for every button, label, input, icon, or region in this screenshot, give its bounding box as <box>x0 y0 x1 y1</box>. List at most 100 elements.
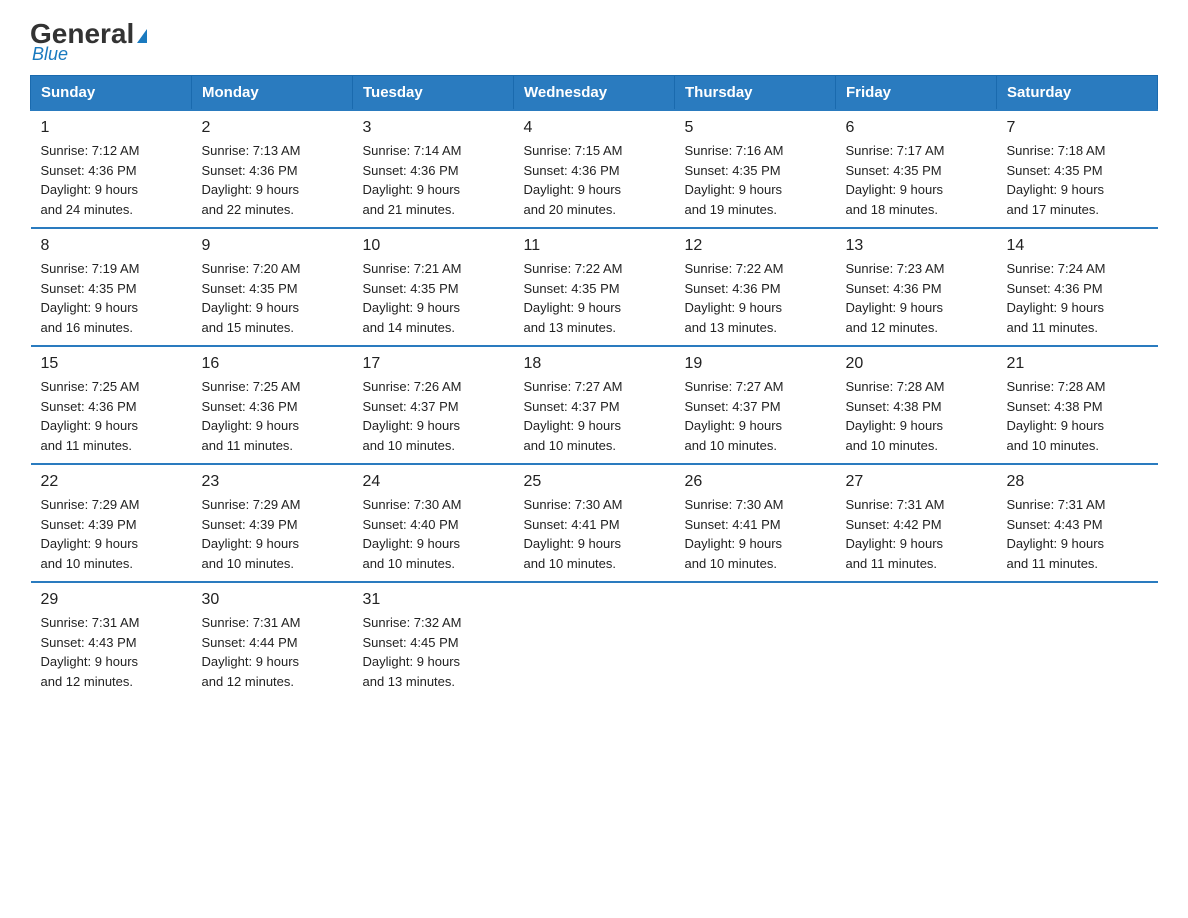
day-number: 18 <box>524 355 665 373</box>
day-info: Sunrise: 7:30 AM Sunset: 4:40 PM Dayligh… <box>363 495 504 573</box>
day-info: Sunrise: 7:22 AM Sunset: 4:35 PM Dayligh… <box>524 259 665 337</box>
day-info: Sunrise: 7:24 AM Sunset: 4:36 PM Dayligh… <box>1007 259 1148 337</box>
day-number: 21 <box>1007 355 1148 373</box>
calendar-body: 1 Sunrise: 7:12 AM Sunset: 4:36 PM Dayli… <box>31 110 1158 699</box>
weekday-header-thursday: Thursday <box>675 76 836 111</box>
day-info: Sunrise: 7:20 AM Sunset: 4:35 PM Dayligh… <box>202 259 343 337</box>
weekday-header-sunday: Sunday <box>31 76 192 111</box>
day-number: 6 <box>846 119 987 137</box>
day-number: 3 <box>363 119 504 137</box>
calendar-cell <box>514 582 675 699</box>
calendar-cell: 20 Sunrise: 7:28 AM Sunset: 4:38 PM Dayl… <box>836 346 997 464</box>
day-number: 15 <box>41 355 182 373</box>
week-row-2: 8 Sunrise: 7:19 AM Sunset: 4:35 PM Dayli… <box>31 228 1158 346</box>
day-info: Sunrise: 7:29 AM Sunset: 4:39 PM Dayligh… <box>41 495 182 573</box>
day-info: Sunrise: 7:28 AM Sunset: 4:38 PM Dayligh… <box>846 377 987 455</box>
day-number: 4 <box>524 119 665 137</box>
logo-sub: Blue <box>32 44 68 65</box>
day-info: Sunrise: 7:31 AM Sunset: 4:43 PM Dayligh… <box>41 613 182 691</box>
calendar-cell: 22 Sunrise: 7:29 AM Sunset: 4:39 PM Dayl… <box>31 464 192 582</box>
weekday-header-row: SundayMondayTuesdayWednesdayThursdayFrid… <box>31 76 1158 111</box>
day-number: 26 <box>685 473 826 491</box>
day-info: Sunrise: 7:29 AM Sunset: 4:39 PM Dayligh… <box>202 495 343 573</box>
calendar-table: SundayMondayTuesdayWednesdayThursdayFrid… <box>30 75 1158 699</box>
day-number: 20 <box>846 355 987 373</box>
day-info: Sunrise: 7:23 AM Sunset: 4:36 PM Dayligh… <box>846 259 987 337</box>
day-info: Sunrise: 7:30 AM Sunset: 4:41 PM Dayligh… <box>524 495 665 573</box>
calendar-cell: 6 Sunrise: 7:17 AM Sunset: 4:35 PM Dayli… <box>836 110 997 228</box>
calendar-cell: 5 Sunrise: 7:16 AM Sunset: 4:35 PM Dayli… <box>675 110 836 228</box>
page-header: General Blue <box>30 20 1158 65</box>
calendar-cell: 16 Sunrise: 7:25 AM Sunset: 4:36 PM Dayl… <box>192 346 353 464</box>
day-number: 27 <box>846 473 987 491</box>
calendar-cell: 26 Sunrise: 7:30 AM Sunset: 4:41 PM Dayl… <box>675 464 836 582</box>
day-info: Sunrise: 7:31 AM Sunset: 4:44 PM Dayligh… <box>202 613 343 691</box>
day-info: Sunrise: 7:28 AM Sunset: 4:38 PM Dayligh… <box>1007 377 1148 455</box>
day-info: Sunrise: 7:32 AM Sunset: 4:45 PM Dayligh… <box>363 613 504 691</box>
calendar-cell: 13 Sunrise: 7:23 AM Sunset: 4:36 PM Dayl… <box>836 228 997 346</box>
day-info: Sunrise: 7:25 AM Sunset: 4:36 PM Dayligh… <box>41 377 182 455</box>
day-number: 28 <box>1007 473 1148 491</box>
calendar-cell: 3 Sunrise: 7:14 AM Sunset: 4:36 PM Dayli… <box>353 110 514 228</box>
calendar-cell: 31 Sunrise: 7:32 AM Sunset: 4:45 PM Dayl… <box>353 582 514 699</box>
calendar-cell: 11 Sunrise: 7:22 AM Sunset: 4:35 PM Dayl… <box>514 228 675 346</box>
calendar-cell: 8 Sunrise: 7:19 AM Sunset: 4:35 PM Dayli… <box>31 228 192 346</box>
day-number: 19 <box>685 355 826 373</box>
calendar-cell: 27 Sunrise: 7:31 AM Sunset: 4:42 PM Dayl… <box>836 464 997 582</box>
logo: General Blue <box>30 20 147 65</box>
day-info: Sunrise: 7:27 AM Sunset: 4:37 PM Dayligh… <box>524 377 665 455</box>
day-info: Sunrise: 7:15 AM Sunset: 4:36 PM Dayligh… <box>524 141 665 219</box>
calendar-cell: 28 Sunrise: 7:31 AM Sunset: 4:43 PM Dayl… <box>997 464 1158 582</box>
day-info: Sunrise: 7:19 AM Sunset: 4:35 PM Dayligh… <box>41 259 182 337</box>
day-info: Sunrise: 7:21 AM Sunset: 4:35 PM Dayligh… <box>363 259 504 337</box>
calendar-cell: 24 Sunrise: 7:30 AM Sunset: 4:40 PM Dayl… <box>353 464 514 582</box>
day-info: Sunrise: 7:22 AM Sunset: 4:36 PM Dayligh… <box>685 259 826 337</box>
day-info: Sunrise: 7:31 AM Sunset: 4:43 PM Dayligh… <box>1007 495 1148 573</box>
calendar-cell: 2 Sunrise: 7:13 AM Sunset: 4:36 PM Dayli… <box>192 110 353 228</box>
day-number: 23 <box>202 473 343 491</box>
day-info: Sunrise: 7:13 AM Sunset: 4:36 PM Dayligh… <box>202 141 343 219</box>
day-info: Sunrise: 7:27 AM Sunset: 4:37 PM Dayligh… <box>685 377 826 455</box>
day-number: 14 <box>1007 237 1148 255</box>
calendar-cell: 25 Sunrise: 7:30 AM Sunset: 4:41 PM Dayl… <box>514 464 675 582</box>
calendar-header: SundayMondayTuesdayWednesdayThursdayFrid… <box>31 76 1158 111</box>
weekday-header-tuesday: Tuesday <box>353 76 514 111</box>
day-info: Sunrise: 7:17 AM Sunset: 4:35 PM Dayligh… <box>846 141 987 219</box>
day-number: 22 <box>41 473 182 491</box>
day-number: 1 <box>41 119 182 137</box>
day-number: 25 <box>524 473 665 491</box>
day-number: 13 <box>846 237 987 255</box>
calendar-cell: 18 Sunrise: 7:27 AM Sunset: 4:37 PM Dayl… <box>514 346 675 464</box>
day-info: Sunrise: 7:31 AM Sunset: 4:42 PM Dayligh… <box>846 495 987 573</box>
calendar-cell: 15 Sunrise: 7:25 AM Sunset: 4:36 PM Dayl… <box>31 346 192 464</box>
week-row-5: 29 Sunrise: 7:31 AM Sunset: 4:43 PM Dayl… <box>31 582 1158 699</box>
calendar-cell: 14 Sunrise: 7:24 AM Sunset: 4:36 PM Dayl… <box>997 228 1158 346</box>
day-number: 5 <box>685 119 826 137</box>
weekday-header-monday: Monday <box>192 76 353 111</box>
calendar-cell: 17 Sunrise: 7:26 AM Sunset: 4:37 PM Dayl… <box>353 346 514 464</box>
day-info: Sunrise: 7:12 AM Sunset: 4:36 PM Dayligh… <box>41 141 182 219</box>
day-number: 8 <box>41 237 182 255</box>
day-info: Sunrise: 7:18 AM Sunset: 4:35 PM Dayligh… <box>1007 141 1148 219</box>
day-info: Sunrise: 7:16 AM Sunset: 4:35 PM Dayligh… <box>685 141 826 219</box>
calendar-cell: 4 Sunrise: 7:15 AM Sunset: 4:36 PM Dayli… <box>514 110 675 228</box>
weekday-header-saturday: Saturday <box>997 76 1158 111</box>
day-number: 29 <box>41 591 182 609</box>
day-number: 9 <box>202 237 343 255</box>
day-number: 7 <box>1007 119 1148 137</box>
calendar-cell <box>675 582 836 699</box>
calendar-cell: 21 Sunrise: 7:28 AM Sunset: 4:38 PM Dayl… <box>997 346 1158 464</box>
calendar-cell: 12 Sunrise: 7:22 AM Sunset: 4:36 PM Dayl… <box>675 228 836 346</box>
day-number: 24 <box>363 473 504 491</box>
week-row-4: 22 Sunrise: 7:29 AM Sunset: 4:39 PM Dayl… <box>31 464 1158 582</box>
calendar-cell: 19 Sunrise: 7:27 AM Sunset: 4:37 PM Dayl… <box>675 346 836 464</box>
day-number: 31 <box>363 591 504 609</box>
day-info: Sunrise: 7:25 AM Sunset: 4:36 PM Dayligh… <box>202 377 343 455</box>
calendar-cell <box>836 582 997 699</box>
day-info: Sunrise: 7:26 AM Sunset: 4:37 PM Dayligh… <box>363 377 504 455</box>
day-number: 16 <box>202 355 343 373</box>
calendar-cell: 29 Sunrise: 7:31 AM Sunset: 4:43 PM Dayl… <box>31 582 192 699</box>
day-number: 2 <box>202 119 343 137</box>
day-number: 12 <box>685 237 826 255</box>
weekday-header-wednesday: Wednesday <box>514 76 675 111</box>
